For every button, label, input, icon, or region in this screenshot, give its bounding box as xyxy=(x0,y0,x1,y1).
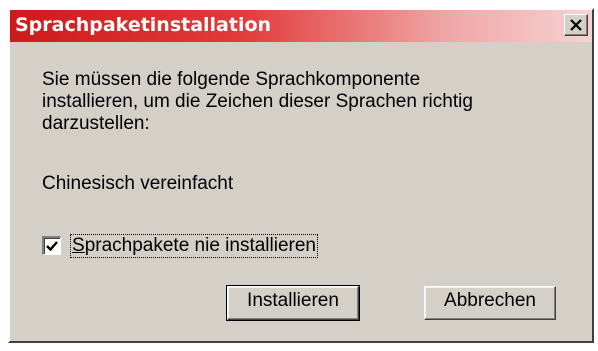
message-line: Sie müssen die folgende Sprachkomponente xyxy=(42,69,421,90)
close-icon xyxy=(569,15,583,37)
never-install-label[interactable]: Sprachpakete nie installieren xyxy=(70,234,318,258)
window-title: Sprachpaketinstallation xyxy=(15,14,272,36)
install-button[interactable]: Installieren xyxy=(226,285,360,321)
message-line: darzustellen: xyxy=(42,113,150,134)
install-message: Sie müssen die folgende Sprachkomponente… xyxy=(42,69,572,135)
never-install-checkbox[interactable] xyxy=(42,236,61,255)
language-name: Chinesisch vereinfacht xyxy=(42,173,234,194)
message-line: installieren, um die Zeichen dieser Spra… xyxy=(42,91,473,112)
close-button[interactable] xyxy=(564,14,588,36)
title-bar[interactable]: Sprachpaketinstallation xyxy=(10,10,592,42)
checkmark-icon xyxy=(46,241,58,252)
mnemonic-letter: S xyxy=(72,235,85,256)
cancel-button[interactable]: Abbrechen xyxy=(424,286,556,320)
label-text: prachpakete nie installieren xyxy=(84,235,316,256)
language-pack-dialog: Sprachpaketinstallation Sie müssen die f… xyxy=(8,8,594,343)
